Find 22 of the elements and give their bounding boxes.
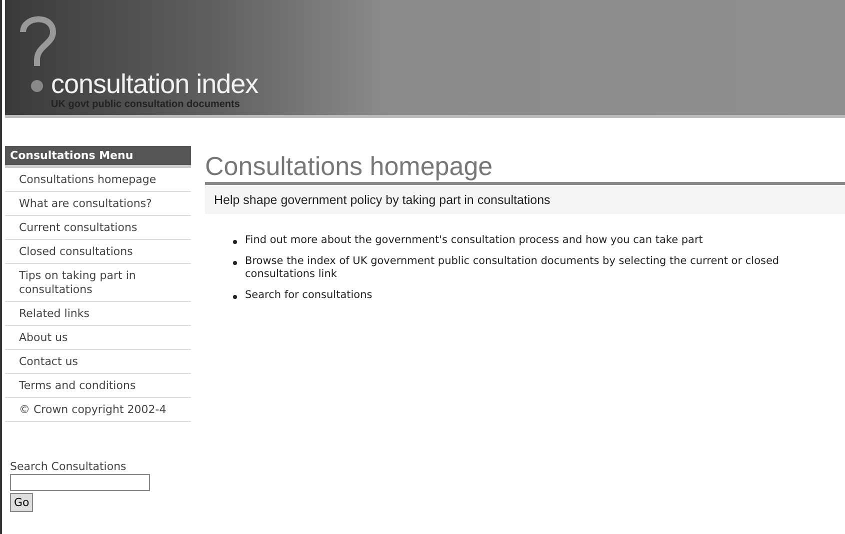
bullet-icon [233, 261, 237, 265]
menu-link[interactable]: Tips on taking part in consultations [5, 264, 191, 302]
search-field[interactable] [10, 474, 150, 491]
menu-link[interactable]: What are consultations? [5, 192, 191, 216]
logo-title: consultation index [51, 69, 258, 99]
intro-text: Help shape government policy by taking part in consultations [205, 186, 845, 214]
menu-link[interactable]: Related links [5, 302, 191, 326]
go-button[interactable]: Go [10, 493, 34, 512]
bullet-text: Find out more about the government's consultation process and how you can take part [245, 234, 703, 247]
menu-heading: Consultations Menu [5, 146, 191, 168]
bullet-icon [233, 240, 237, 244]
menu-link[interactable]: About us [5, 326, 191, 350]
menu-link[interactable]: Terms and conditions [5, 374, 191, 398]
menu-link[interactable]: Current consultations [5, 216, 191, 240]
copyright-text: © Crown copyright 2002-4 [5, 398, 191, 422]
search-label: Search Consultations [10, 460, 126, 474]
bullet-icon [233, 295, 237, 299]
bullet-text: Browse the index of UK government public consultation documents by selecting the current or closed consultations link [245, 255, 780, 281]
menu-link[interactable]: Consultations homepage [5, 168, 191, 192]
menu-link[interactable]: Closed consultations [5, 240, 191, 264]
bullet-text: Search for consultations [245, 289, 372, 302]
menu-link[interactable]: Contact us [5, 350, 191, 374]
